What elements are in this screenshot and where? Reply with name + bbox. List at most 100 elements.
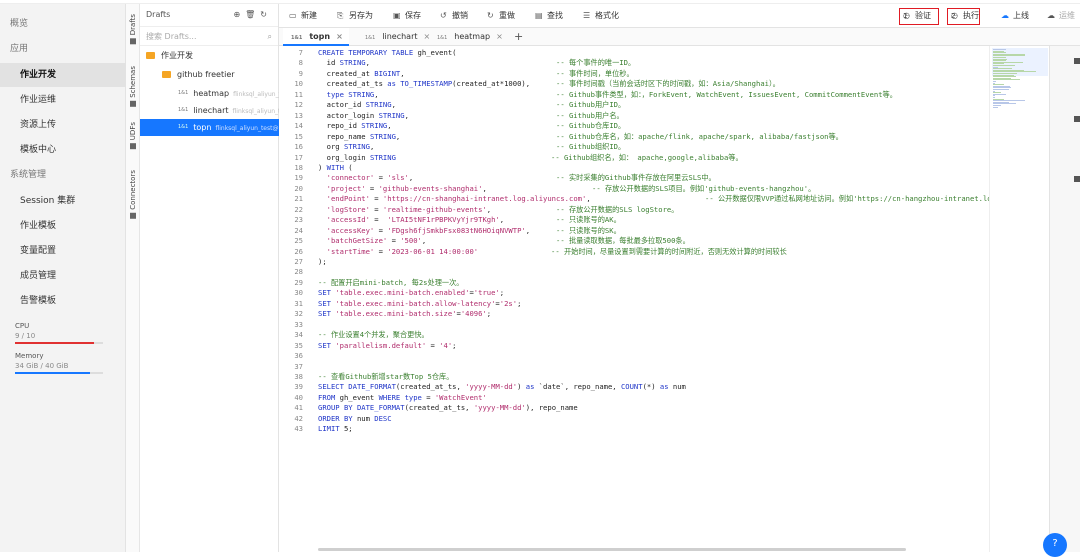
vtab-label: Drafts [129, 14, 137, 36]
file-type-icon: 1&1 [437, 35, 448, 41]
code-line: 22 'logStore' = 'realtime-github-events'… [279, 204, 989, 215]
memory-metric: Memory 34 GiB / 40 GiB [15, 352, 103, 374]
validate-button[interactable]: ◷ 1 验证 [903, 9, 931, 23]
left-nav: 概览 应用 作业开发 作业运维 资源上传 模板中心 系统管理 Session 集群 作业模板 变量… [0, 4, 126, 552]
nav-item[interactable]: Session 集群 [0, 189, 126, 213]
history-icon[interactable] [1074, 116, 1080, 122]
save-button[interactable]: ▣ 保存 [393, 9, 421, 23]
tree-folder[interactable]: 作业开发 [140, 47, 279, 64]
code-comment: -- Github用户ID。 [556, 100, 626, 110]
new-file-icon: ▭ [289, 11, 297, 20]
close-icon[interactable]: × [496, 32, 503, 41]
code-text: SET 'table.exec.mini-batch.enabled'='tru… [318, 288, 505, 298]
delete-icon[interactable]: 🗑 [245, 10, 260, 19]
code-line: 31 SET 'table.exec.mini-batch.allow-laten… [279, 298, 989, 309]
code-text: type STRING, [326, 89, 379, 99]
save-as-icon: ⎘ [337, 11, 344, 20]
line-number: 35 [294, 340, 303, 350]
code-text: -- 查看Github新增star数Top 5仓库。 [318, 371, 454, 381]
tab-heatmap[interactable]: 1&1 heatmap × [429, 28, 503, 46]
refresh-icon[interactable]: ↻ [260, 10, 272, 19]
nav-item[interactable]: 变量配置 [0, 239, 126, 263]
nav-item[interactable]: 作业运维 [0, 88, 126, 112]
nav-item[interactable]: 系统管理 [0, 163, 126, 187]
nav-item[interactable]: 成员管理 [0, 264, 126, 288]
nav-item[interactable]: 应用 [0, 37, 126, 61]
tab-linechart[interactable]: 1&1 linechart × [357, 28, 430, 46]
add-tab-icon[interactable]: + [514, 28, 523, 46]
line-number: 26 [294, 246, 303, 256]
code-text: CREATE TEMPORARY TABLE gh_event( [318, 48, 457, 57]
new-button[interactable]: ▭ 新建 [289, 9, 317, 23]
history-tab[interactable] [1074, 126, 1080, 166]
line-number: 33 [294, 319, 303, 329]
nav-item[interactable]: 告警模板 [0, 289, 126, 313]
redo-button[interactable]: ↻ 重做 [487, 9, 515, 23]
minimap[interactable] [989, 46, 1049, 552]
nav-item[interactable]: 作业开发 [0, 63, 126, 87]
vtab-drafts[interactable]: Drafts [126, 14, 140, 45]
code-text: repo_name STRING, [318, 131, 401, 141]
tree-file[interactable]: 1&1 topnflinksql_aliyun_test@pig [140, 119, 279, 136]
ops-button[interactable]: ☁ 运维 [1047, 9, 1075, 23]
code-text: FROM gh_event WHERE type = 'WatchEvent' [318, 392, 487, 402]
code-comment: -- 批量读取数据，每批最多拉取500条。 [556, 236, 690, 246]
code-editor[interactable]: 7 CREATE TEMPORARY TABLE gh_event(8 id ST… [279, 46, 989, 552]
tab-topn[interactable]: 1&1 topn × [283, 28, 349, 46]
line-number: 36 [294, 351, 303, 361]
code-text: repo_id STRING, [318, 121, 392, 131]
nav-item[interactable]: 概览 [0, 12, 126, 36]
close-icon[interactable]: × [336, 32, 343, 41]
nav-item[interactable]: 模板中心 [0, 138, 126, 162]
locate-icon[interactable]: ⊕ [233, 10, 245, 19]
code-comment: -- 事件时间戳（当前会话时区下的时间戳，如：Asia/Shanghai）。 [556, 79, 780, 89]
cloud-upload-icon: ☁ [1001, 11, 1009, 20]
tree-folder[interactable]: github freetier [140, 66, 279, 83]
cpu-bar [15, 342, 103, 344]
line-number: 14 [294, 121, 303, 131]
tree-file[interactable]: 1&1 heatmapflinksql_aliyun_test@pig [140, 85, 279, 102]
vtab-label: UDFs [129, 122, 137, 141]
horizontal-scrollbar[interactable] [318, 548, 906, 551]
line-number: 13 [294, 110, 303, 120]
tree-file[interactable]: 1&1 linechartflinksql_aliyun_test@pig [140, 102, 279, 119]
right-side-panel [1049, 46, 1080, 552]
file-type-icon: 1&1 [291, 35, 303, 41]
vtab-label: Connectors [129, 170, 137, 210]
execute-button[interactable]: ◷ 2 执行 [951, 9, 979, 23]
vtab-connectors[interactable]: Connectors [126, 170, 140, 219]
line-number: 23 [294, 215, 303, 225]
deploy-button[interactable]: ☁ 上线 [1001, 9, 1029, 23]
code-line: 37 [279, 361, 989, 372]
save-as-button[interactable]: ⎘ 另存为 [337, 9, 373, 23]
code-line: 35 SET 'parallelism.default' = '4'; [279, 340, 989, 351]
drafts-search-input[interactable]: 搜索 Drafts... ⌕ [140, 26, 278, 46]
line-number: 27 [294, 257, 303, 266]
vtab-schemas[interactable]: Schemas [126, 66, 140, 107]
nav-item[interactable]: 作业模板 [0, 214, 126, 238]
format-button[interactable]: ☰ 格式化 [583, 9, 619, 23]
structure-tab[interactable] [1074, 186, 1080, 226]
code-line: 41 GROUP BY DATE_FORMAT(created_at_ts, 'y… [279, 402, 989, 413]
file-type-icon: 1&1 [178, 107, 189, 113]
code-text: 'startTime' = '2023-06-01 14:00:00' [326, 246, 479, 256]
structure-icon[interactable] [1074, 176, 1080, 182]
line-number: 37 [294, 361, 303, 371]
nav-item[interactable]: 资源上传 [0, 113, 126, 137]
line-number: 9 [298, 68, 303, 78]
tree-node-label: github freetier [177, 70, 235, 79]
code-text: org_login STRING [318, 152, 396, 162]
find-button[interactable]: ▤ 查找 [535, 9, 563, 23]
help-icon[interactable]: ? [1043, 533, 1067, 557]
code-comment: -- 只读账号的AK。 [556, 215, 621, 225]
line-number: 7 [298, 48, 303, 57]
code-text: SET 'parallelism.default' = '4'; [318, 340, 457, 350]
code-line: 33 [279, 319, 989, 330]
config-tab[interactable] [1074, 68, 1080, 108]
undo-button[interactable]: ↺ 撤销 [440, 9, 468, 23]
memory-bar-fill [15, 372, 90, 374]
config-icon[interactable] [1074, 58, 1080, 64]
code-text: 'logStore' = 'realtime-github-events', [326, 204, 492, 214]
memory-label: Memory [15, 352, 44, 360]
vtab-udfs[interactable]: UDFs [126, 122, 140, 150]
